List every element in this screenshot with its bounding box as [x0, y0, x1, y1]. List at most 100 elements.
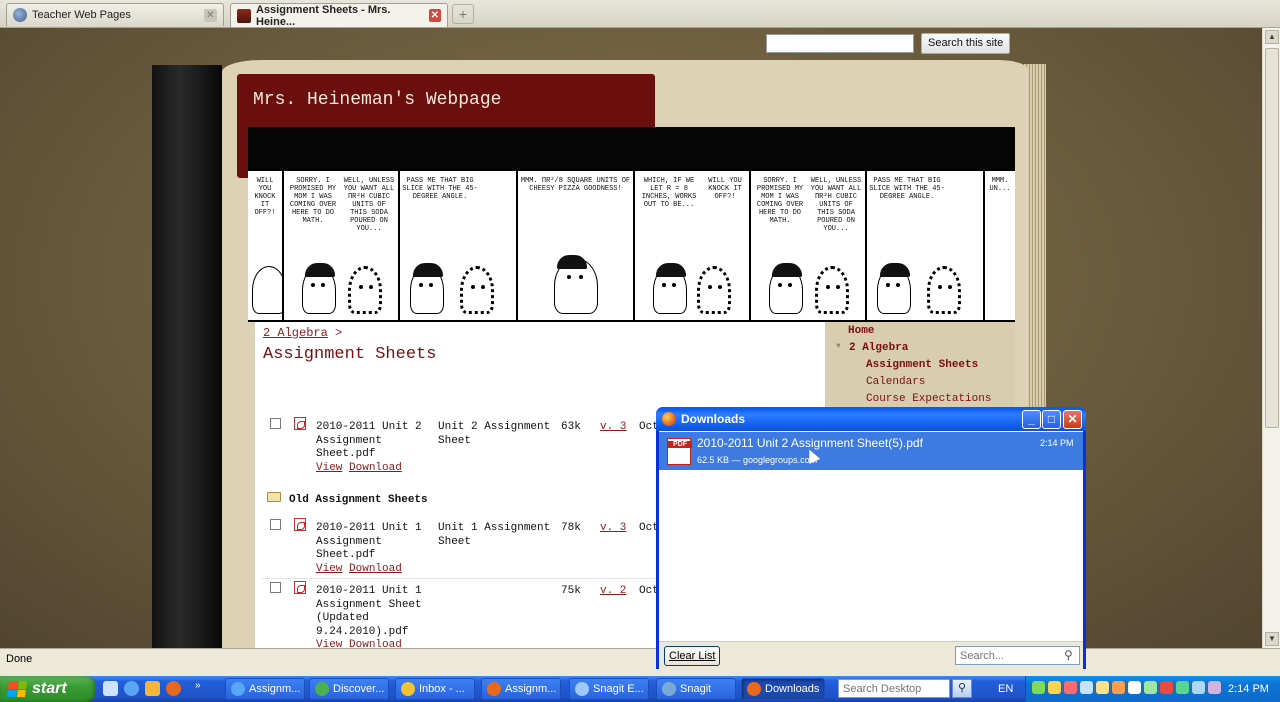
file-size: 63k [561, 421, 581, 433]
browser-status-bar: Done [0, 648, 1280, 670]
close-tab-icon[interactable]: ✕ [428, 9, 441, 22]
file-description: Unit 1 Assignment Sheet [438, 522, 551, 548]
scroll-down-icon[interactable]: ▼ [1265, 632, 1279, 646]
file-name: 2010-2011 Unit 1 Assignment Sheet.pdf View… [316, 522, 422, 575]
tray-icon[interactable] [1208, 681, 1221, 694]
book-spine [152, 65, 222, 648]
pdf-file-icon [294, 581, 306, 594]
taskbar-task[interactable]: Inbox - ... [395, 678, 475, 700]
row-divider [262, 578, 657, 579]
tray-icon[interactable] [1176, 681, 1189, 694]
mail-icon [401, 682, 415, 696]
status-text: Done [6, 653, 33, 665]
nav-item-assignment-sheets[interactable]: Assignment Sheets [866, 359, 978, 371]
pdf-file-icon [294, 518, 306, 531]
desktop-search-input[interactable] [838, 679, 950, 698]
folder-label[interactable]: Old Assignment Sheets [289, 494, 428, 508]
ie-icon [231, 682, 245, 696]
globe-icon [13, 8, 27, 22]
site-title[interactable]: Mrs. Heineman's Webpage [253, 90, 501, 110]
download-link[interactable]: Download [349, 563, 402, 575]
close-tab-icon[interactable]: ✕ [204, 8, 217, 22]
quicklaunch-messenger-icon[interactable] [145, 681, 160, 696]
quicklaunch-firefox-icon[interactable] [166, 681, 181, 696]
breadcrumb-link-2-algebra[interactable]: 2 Algebra [263, 326, 328, 340]
download-link[interactable]: Download [349, 462, 402, 474]
search-icon[interactable]: ⚲ [1064, 648, 1073, 662]
breadcrumb: 2 Algebra > [263, 326, 342, 340]
nav-section-2-algebra[interactable]: 2 Algebra [849, 342, 908, 354]
version-link[interactable]: v. 2 [600, 585, 626, 599]
taskbar-task-downloads[interactable]: Downloads [741, 678, 825, 700]
tray-icon[interactable] [1112, 681, 1125, 694]
file-checkbox[interactable] [270, 582, 281, 593]
tray-icon[interactable] [1048, 681, 1061, 694]
snagit-editor-icon [575, 682, 589, 696]
tab-assignment-sheets[interactable]: Assignment Sheets - Mrs. Heine... ✕ [230, 3, 448, 28]
scrollbar-thumb[interactable] [1265, 48, 1279, 428]
vertical-scrollbar[interactable]: ▲ ▼ [1262, 28, 1280, 648]
start-label: start [32, 680, 67, 697]
tray-icon[interactable] [1032, 681, 1045, 694]
file-checkbox[interactable] [270, 418, 281, 429]
collapse-triangle-icon[interactable]: ▼ [836, 342, 841, 351]
quicklaunch-ie-icon[interactable] [124, 681, 139, 696]
taskbar-task[interactable]: Discover... [309, 678, 389, 700]
comic-strip-banner: will you knock it off?! Sorry. I promise… [248, 169, 1015, 322]
tray-icon[interactable] [1128, 681, 1141, 694]
tray-icon[interactable] [1192, 681, 1205, 694]
new-tab-button[interactable]: + [452, 4, 474, 24]
taskbar-task[interactable]: Assignm... [481, 678, 561, 700]
comic-panel: will you knock it off?! [248, 171, 284, 320]
breadcrumb-separator: > [335, 326, 343, 340]
quicklaunch-overflow-icon[interactable]: » [195, 680, 201, 691]
comic-panel: Sorry. I promised my mom I was coming ov… [751, 171, 867, 320]
firefox-icon [487, 682, 501, 696]
system-clock[interactable]: 2:14 PM [1228, 683, 1269, 695]
language-indicator[interactable]: EN [998, 683, 1013, 695]
file-size: 78k [561, 522, 581, 534]
comic-panel: Sorry. I promised my mom I was coming ov… [284, 171, 400, 320]
download-time: 2:14 PM [1040, 438, 1074, 448]
tray-icon[interactable] [1160, 681, 1173, 694]
download-meta: 62.5 KB — googlegroups.com [697, 455, 818, 465]
taskbar-task[interactable]: Snagit [656, 678, 736, 700]
comic-panel: Pass me that big slice with the 45-degre… [867, 171, 985, 320]
comic-panel: Pass me that big slice with the 45-degre… [400, 171, 518, 320]
tab-label: Teacher Web Pages [32, 9, 131, 21]
tray-icon[interactable] [1080, 681, 1093, 694]
window-title: Downloads [681, 412, 746, 426]
maximize-button[interactable]: □ [1042, 410, 1061, 429]
view-link[interactable]: View [316, 563, 342, 575]
view-link[interactable]: View [316, 462, 342, 474]
snagit-icon [662, 682, 676, 696]
tab-teacher-web-pages[interactable]: Teacher Web Pages ✕ [6, 3, 224, 26]
site-search-input[interactable] [766, 34, 914, 53]
version-link[interactable]: v. 3 [600, 522, 626, 536]
quicklaunch-desktop-icon[interactable] [103, 681, 118, 696]
file-checkbox[interactable] [270, 519, 281, 530]
tray-icon[interactable] [1144, 681, 1157, 694]
windows-logo-icon [6, 681, 28, 697]
scroll-up-icon[interactable]: ▲ [1265, 30, 1279, 44]
taskbar-task[interactable]: Assignm... [225, 678, 305, 700]
header-black-bar [248, 127, 1015, 169]
downloads-search-input[interactable] [955, 646, 1080, 665]
chrome-icon [315, 682, 329, 696]
taskbar-task[interactable]: Snagit E... [569, 678, 649, 700]
nav-home[interactable]: Home [848, 325, 874, 337]
tray-icon[interactable] [1064, 681, 1077, 694]
site-favicon-icon [237, 8, 251, 23]
version-link[interactable]: v. 3 [600, 421, 626, 435]
page-title: Assignment Sheets [263, 345, 437, 364]
nav-item-calendars[interactable]: Calendars [866, 376, 925, 388]
minimize-button[interactable]: _ [1022, 410, 1041, 429]
tray-icon[interactable] [1096, 681, 1109, 694]
start-button[interactable]: start [0, 676, 96, 702]
search-icon[interactable]: ⚲ [952, 679, 972, 698]
nav-item-course-expectations[interactable]: Course Expectations [866, 393, 991, 405]
search-site-button[interactable]: Search this site [921, 33, 1011, 54]
close-window-button[interactable]: ✕ [1063, 410, 1082, 429]
clear-list-button[interactable]: Clear List [664, 646, 721, 666]
firefox-icon [747, 682, 761, 696]
